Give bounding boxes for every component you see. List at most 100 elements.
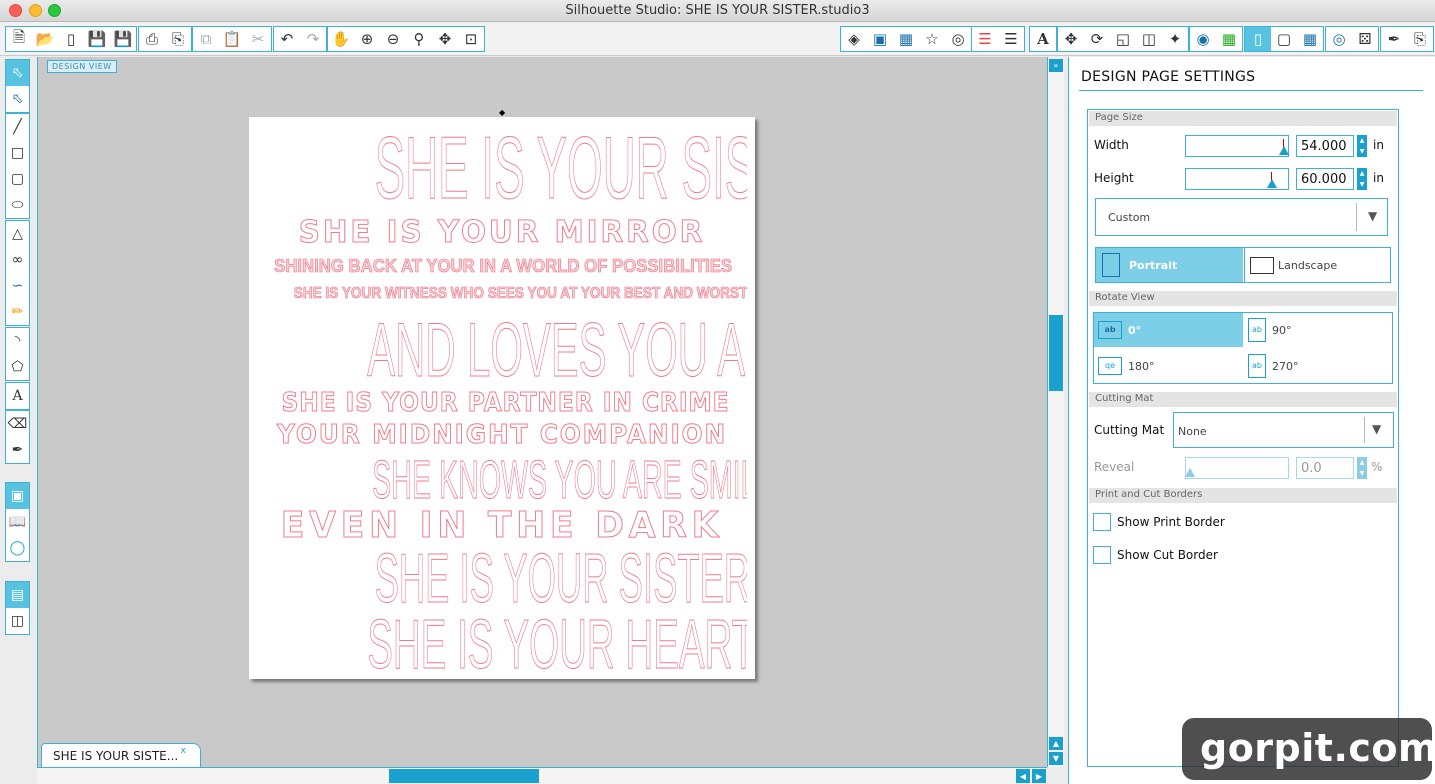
transform-move-icon[interactable]: ✥ (1058, 27, 1084, 51)
scale-icon[interactable]: ◱ (1110, 27, 1136, 51)
regular-polygon-tool-icon[interactable]: ⬠ (6, 354, 29, 380)
portrait-option[interactable]: Portrait (1096, 248, 1243, 282)
knife-tool-icon[interactable]: ✒ (6, 437, 29, 463)
close-tab-icon[interactable]: x (181, 746, 186, 756)
reveal-input[interactable]: 0.0 (1296, 457, 1354, 479)
scroll-up-arrow-icon[interactable]: ▲ (1049, 737, 1063, 750)
reveal-slider[interactable] (1185, 457, 1289, 479)
show-cut-border-checkbox[interactable] (1093, 546, 1111, 564)
scroll-right-arrow-icon[interactable]: ▶ (1032, 769, 1046, 783)
vertical-scrollbar[interactable]: » ▲ ▼ (1047, 57, 1064, 767)
drag-zoom-icon[interactable]: ✥ (432, 27, 458, 51)
zoom-in-icon[interactable]: ⊕ (354, 27, 380, 51)
line-color-icon[interactable]: ☰ (972, 27, 998, 51)
pixscan-icon[interactable]: ⚄ (1352, 27, 1378, 51)
pencil-tool-icon[interactable]: ✏ (6, 299, 29, 325)
new-document-icon[interactable]: 🗎 (6, 27, 32, 51)
text-tool-icon[interactable]: A (6, 383, 29, 409)
page-text-line[interactable]: AND LOVES YOU ANYWAY (257, 313, 747, 389)
offset-icon[interactable]: ◎ (1326, 27, 1352, 51)
text-style-icon[interactable]: A (1030, 27, 1056, 51)
width-input[interactable]: 54.000 (1296, 135, 1354, 157)
save-icon[interactable]: 💾 (84, 27, 110, 51)
rotate-90-option[interactable]: ab 90° (1248, 313, 1388, 347)
rotate-180-option[interactable]: qe 180° (1098, 349, 1238, 383)
page-size-preset-dropdown[interactable]: Custom ▼ (1095, 198, 1388, 236)
design-page-settings-icon[interactable]: ▯ (1245, 27, 1271, 51)
fill-color-icon[interactable]: ◈ (841, 27, 867, 51)
grid-icon[interactable]: ▦ (1297, 27, 1323, 51)
page-text-line[interactable]: SHE KNOWS YOU ARE SMILING (257, 453, 747, 507)
line-weight-icon[interactable]: ☰ (998, 27, 1024, 51)
document-tab[interactable]: SHE IS YOUR SISTE... x (41, 743, 201, 767)
edit-points-icon[interactable]: ⬁ (6, 86, 29, 112)
height-input[interactable]: 60.000 (1296, 168, 1354, 190)
scroll-left-arrow-icon[interactable]: ◀ (1016, 769, 1030, 783)
line-tool-icon[interactable]: ╱ (6, 114, 29, 140)
polygon-tool-icon[interactable]: △ (6, 221, 29, 247)
width-stepper[interactable]: ▲ ▼ (1357, 135, 1367, 157)
zoom-out-icon[interactable]: ⊖ (380, 27, 406, 51)
print-icon[interactable]: ⎙ (139, 27, 165, 51)
page-text-line[interactable]: YOUR MIDNIGHT COMPANION (257, 421, 747, 449)
height-stepper[interactable]: ▲ ▼ (1357, 168, 1367, 190)
rounded-rectangle-tool-icon[interactable]: ▢ (6, 166, 29, 192)
open-folder-icon[interactable]: 📂 (32, 27, 58, 51)
horizontal-scrollbar[interactable]: ◀ ▶ (37, 767, 1047, 784)
page-text-line[interactable]: EVEN IN THE DARK (257, 507, 747, 545)
page-text-line[interactable]: SHINING BACK AT YOUR IN A WORLD OF POSSI… (257, 255, 747, 277)
show-print-border-checkbox[interactable] (1093, 513, 1111, 531)
horizontal-scroll-thumb[interactable] (389, 769, 539, 783)
sketch-pen-icon[interactable]: ✒ (1381, 27, 1407, 51)
height-slider[interactable] (1185, 168, 1289, 190)
send-to-cutter-icon[interactable]: ⎘ (165, 27, 191, 51)
vertical-scroll-thumb[interactable] (1049, 315, 1063, 391)
save-to-library-icon[interactable]: 💾 (110, 27, 136, 51)
freehand-tool-icon[interactable]: ∽ (6, 273, 29, 299)
undo-icon[interactable]: ↶ (274, 27, 300, 51)
gradient-fill-icon[interactable]: ▣ (867, 27, 893, 51)
rectangle-tool-icon[interactable]: □ (6, 140, 29, 166)
cut-border-icon[interactable]: ▢ (1271, 27, 1297, 51)
eraser-tool-icon[interactable]: ⌫ (6, 411, 29, 437)
design-canvas[interactable]: DESIGN VIEW SHE IS YOUR SISTER SHE IS YO… (37, 57, 1047, 767)
trace-icon[interactable]: ◉ (1190, 27, 1216, 51)
zoom-selection-icon[interactable]: ⚲ (406, 27, 432, 51)
page-text-line[interactable]: SHE IS YOUR MIRROR (257, 217, 747, 249)
fit-to-page-icon[interactable]: ⊡ (458, 27, 484, 51)
replicate-icon[interactable]: ✦ (1162, 27, 1188, 51)
silhouette-store-icon[interactable]: ◯ (6, 535, 29, 561)
line-style-icon[interactable]: ◎ (945, 27, 971, 51)
split-view-icon[interactable]: ◫ (6, 608, 29, 634)
open-library-icon[interactable]: ▯ (58, 27, 84, 51)
rotate-0-option[interactable]: ab 0° (1094, 313, 1243, 347)
fill-pattern-star-icon[interactable]: ☆ (919, 27, 945, 51)
collapse-panel-icon[interactable]: » (1049, 59, 1063, 72)
cutting-mat-dropdown[interactable]: None ▼ (1173, 412, 1394, 448)
rotate-handle[interactable]: ◆ (499, 108, 505, 117)
send-to-silhouette-icon[interactable]: ⎘ (1407, 27, 1433, 51)
redo-icon[interactable]: ↷ (300, 27, 326, 51)
copy-icon[interactable]: ⧉ (193, 27, 219, 51)
rotate-icon[interactable]: ⟳ (1084, 27, 1110, 51)
select-arrow-icon[interactable]: ⬁ (6, 60, 29, 86)
cut-icon[interactable]: ✂ (245, 27, 271, 51)
landscape-option[interactable]: Landscape (1244, 248, 1390, 282)
width-slider[interactable] (1185, 135, 1289, 157)
curve-tool-icon[interactable]: ∞ (6, 247, 29, 273)
design-area-icon[interactable]: ▣ (6, 483, 29, 509)
paste-icon[interactable]: 📋 (219, 27, 245, 51)
pan-hand-icon[interactable]: ✋ (328, 27, 354, 51)
arc-tool-icon[interactable]: ◝ (6, 328, 29, 354)
scroll-down-arrow-icon[interactable]: ▼ (1049, 752, 1063, 765)
ellipse-tool-icon[interactable]: ⬭ (6, 192, 29, 218)
design-page[interactable]: SHE IS YOUR SISTER SHE IS YOUR MIRROR SH… (249, 117, 755, 679)
page-text-line[interactable]: SHE IS YOUR WITNESS WHO SEES YOU AT YOUR… (257, 284, 747, 304)
page-text-line[interactable]: SHE IS YOUR SISTER (257, 545, 747, 611)
registration-marks-icon[interactable]: ▦ (1216, 27, 1242, 51)
page-text-line[interactable]: SHE IS YOUR HEART (257, 611, 747, 677)
page-text-line[interactable]: SHE IS YOUR SISTER (257, 125, 747, 211)
rotate-270-option[interactable]: ab 270° (1248, 349, 1388, 383)
align-icon[interactable]: ◫ (1136, 27, 1162, 51)
single-view-icon[interactable]: ▤ (6, 582, 29, 608)
